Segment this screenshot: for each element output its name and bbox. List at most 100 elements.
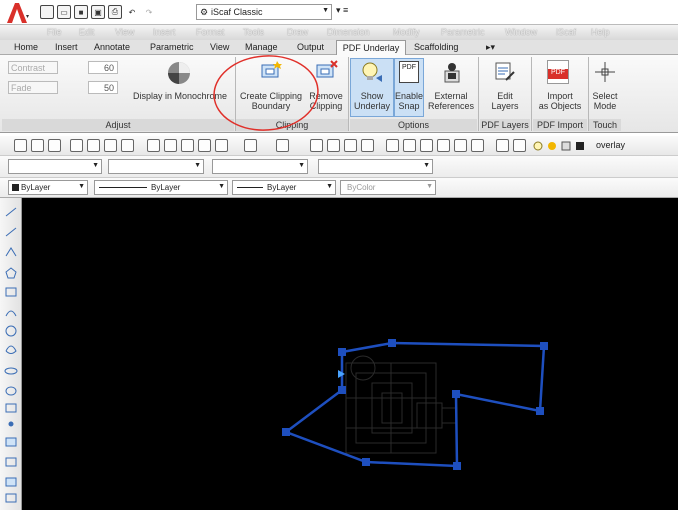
color-value: ByLayer (21, 183, 51, 192)
pdf-layers-panel-title: PDF Layers (480, 119, 530, 131)
import-as-objects-button[interactable]: Import as Objects (533, 91, 587, 111)
clipping-boundary-polyline[interactable] (283, 341, 546, 468)
block-editor-icon[interactable] (215, 139, 228, 152)
new-file-icon[interactable] (14, 139, 27, 152)
dimension-style-dropdown[interactable]: ▼ (108, 159, 204, 174)
match-properties-icon[interactable] (198, 139, 211, 152)
redo-icon[interactable]: ↷ (142, 5, 156, 19)
sheet-set-icon[interactable] (437, 139, 450, 152)
print-icon[interactable]: ⎙ (108, 5, 122, 19)
markup-icon[interactable] (454, 139, 467, 152)
paste-icon[interactable] (181, 139, 194, 152)
application-logo-icon[interactable] (4, 1, 30, 25)
menu-file[interactable]: File (47, 27, 62, 37)
undo-icon[interactable]: ↶ (125, 5, 139, 19)
enable-snap-line2: Snap (398, 101, 420, 111)
current-layer-name[interactable]: overlay (596, 140, 625, 150)
cut-icon[interactable] (147, 139, 160, 152)
pdf-underlay-geometry (345, 355, 458, 454)
pan-icon[interactable] (310, 139, 323, 152)
menu-insert[interactable]: Insert (153, 27, 176, 37)
show-underlay-line1: Show (360, 91, 384, 101)
calculator-icon[interactable] (471, 139, 484, 152)
edit-layers-icon[interactable] (492, 60, 516, 84)
contrast-value[interactable]: 60 (88, 61, 118, 74)
save-icon[interactable] (48, 139, 61, 152)
menu-dimension[interactable]: Dimension (327, 27, 370, 37)
design-center-icon[interactable] (403, 139, 416, 152)
chevron-down-icon: ▼ (218, 183, 225, 190)
menu-window[interactable]: Window (505, 27, 537, 37)
copy-icon[interactable] (164, 139, 177, 152)
fade-slider[interactable]: Fade (8, 81, 58, 94)
external-references-icon[interactable] (440, 60, 464, 84)
zoom-realtime-icon[interactable] (327, 139, 340, 152)
print-icon[interactable] (70, 139, 83, 152)
undo-icon[interactable] (244, 139, 257, 152)
open-folder-icon[interactable] (31, 139, 44, 152)
quick-access-toolbar: ▭ ■ ▣ ⎙ ↶ ↷ (40, 4, 156, 20)
ribbon-minimize-button[interactable]: ▸▾ (486, 42, 495, 53)
properties-icon[interactable] (386, 139, 399, 152)
panel-divider (531, 57, 532, 131)
open-folder-icon[interactable]: ▭ (57, 5, 71, 19)
plot-icon[interactable] (121, 139, 134, 152)
zoom-previous-icon[interactable] (361, 139, 374, 152)
fade-value[interactable]: 50 (88, 81, 118, 94)
tab-manage[interactable]: Manage (245, 42, 278, 52)
tab-home[interactable]: Home (14, 42, 38, 52)
select-mode-icon[interactable] (594, 61, 616, 83)
zoom-window-icon[interactable] (344, 139, 357, 152)
multileader-style-dropdown[interactable]: ▼ (318, 159, 433, 174)
plotstyle-dropdown[interactable]: ByColor ▼ (340, 180, 436, 195)
text-style-dropdown[interactable]: ▼ (8, 159, 102, 174)
menu-draw[interactable]: Draw (287, 27, 308, 37)
customize-qat-button[interactable]: ▾ ≡ (336, 5, 348, 16)
tab-view[interactable]: View (210, 42, 229, 52)
help-icon[interactable] (496, 139, 509, 152)
menu-view[interactable]: View (115, 27, 134, 37)
menu-iscaf[interactable]: iScaf (556, 27, 576, 37)
draw-tool-icons[interactable] (4, 206, 18, 506)
edit-layers-line1: Edit (497, 91, 513, 101)
chevron-down-icon: ▼ (326, 183, 333, 190)
tab-parametric[interactable]: Parametric (150, 42, 194, 52)
tab-pdf-underlay[interactable]: PDF Underlay (336, 40, 406, 55)
menu-edit[interactable]: Edit (79, 27, 95, 37)
menu-bar: File Edit View Insert Format Tools Draw … (0, 24, 678, 40)
options-panel-title: Options (350, 119, 477, 131)
plotstyle-value: ByColor (347, 183, 376, 192)
contrast-slider[interactable]: Contrast (8, 61, 58, 74)
redo-icon[interactable] (276, 139, 289, 152)
import-pdf-icon[interactable]: PDF (547, 60, 569, 84)
layer-properties-icon[interactable] (513, 139, 526, 152)
publish-icon[interactable] (104, 139, 117, 152)
tool-palettes-icon[interactable] (420, 139, 433, 152)
color-dropdown[interactable]: ByLayer ▼ (8, 180, 88, 195)
lineweight-dropdown[interactable]: ByLayer ▼ (232, 180, 336, 195)
save-as-icon[interactable]: ▣ (91, 5, 105, 19)
tab-output[interactable]: Output (297, 42, 324, 52)
panel-divider (478, 57, 479, 131)
print-preview-icon[interactable] (87, 139, 100, 152)
menu-parametric[interactable]: Parametric (441, 27, 485, 37)
layer-state-icons[interactable] (532, 139, 592, 153)
save-icon[interactable]: ■ (74, 5, 88, 19)
linetype-dropdown[interactable]: ByLayer ▼ (94, 180, 228, 195)
table-style-dropdown[interactable]: ▼ (212, 159, 308, 174)
workspace-selector[interactable]: ⚙ iScaf Classic ▼ (196, 4, 332, 20)
menu-format[interactable]: Format (196, 27, 225, 37)
tab-insert[interactable]: Insert (55, 42, 78, 52)
monochrome-icon[interactable] (166, 60, 192, 86)
drawing-canvas[interactable] (22, 198, 678, 510)
adjust-panel-title: Adjust (2, 119, 234, 131)
select-mode-button[interactable]: Select Mode (589, 91, 621, 111)
external-references-button[interactable]: External References (425, 91, 477, 111)
tab-scaffolding[interactable]: Scaffolding (414, 42, 458, 52)
menu-modify[interactable]: Modify (393, 27, 420, 37)
tab-annotate[interactable]: Annotate (94, 42, 130, 52)
edit-layers-button[interactable]: Edit Layers (480, 91, 530, 111)
new-file-icon[interactable] (40, 5, 54, 19)
menu-help[interactable]: Help (591, 27, 610, 37)
menu-tools[interactable]: Tools (243, 27, 264, 37)
